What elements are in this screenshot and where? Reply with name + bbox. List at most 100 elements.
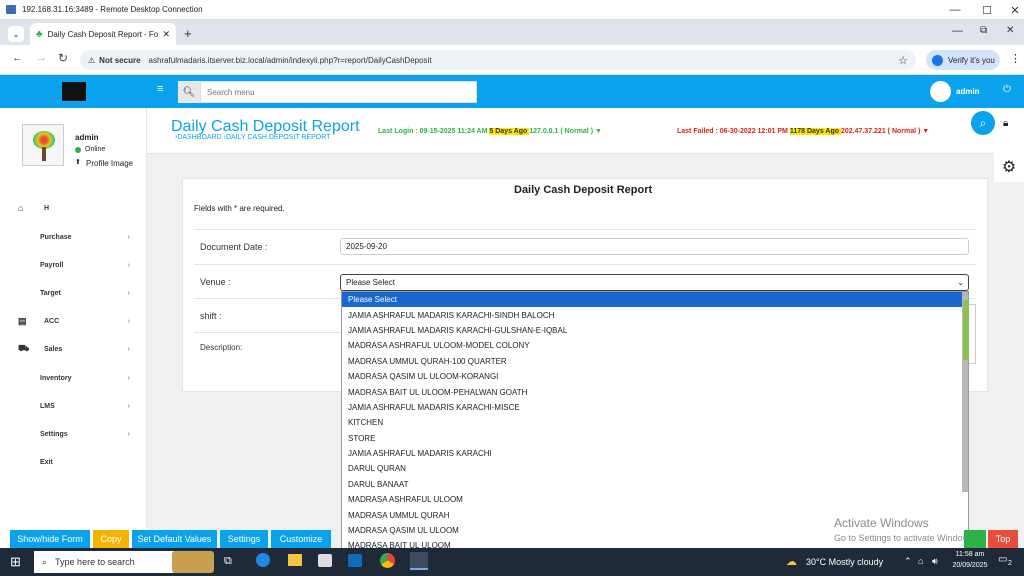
favicon-icon: ♣ bbox=[36, 28, 43, 40]
show-hide-form-button[interactable]: Show/hide Form bbox=[10, 530, 90, 548]
venue-dropdown-list[interactable]: Please Select JAMIA ASHRAFUL MADARIS KARA… bbox=[341, 291, 969, 549]
topbar-username[interactable]: admin bbox=[956, 87, 980, 96]
sidebar-item-lms[interactable]: LMS › bbox=[18, 399, 136, 413]
sidebar-item-label: Sales bbox=[44, 345, 63, 353]
sidebar-item-sales[interactable]: ⛟ Sales › bbox=[18, 342, 136, 356]
profile-avatar bbox=[22, 124, 64, 166]
verify-button[interactable]: Verify it's you bbox=[926, 50, 1000, 70]
venue-select[interactable]: Please Select ⌄ bbox=[340, 274, 969, 291]
profile-status: Online bbox=[85, 146, 106, 153]
url-text: ashrafulmadaris.itserver.biz.local/admin… bbox=[148, 55, 432, 65]
user-avatar[interactable] bbox=[930, 81, 951, 102]
search-menu-input[interactable] bbox=[200, 81, 477, 103]
sidebar-item-settings[interactable]: Settings › bbox=[18, 427, 136, 441]
rdp-minimize-button[interactable]: — bbox=[940, 0, 970, 20]
customize-button[interactable]: Customize bbox=[271, 530, 331, 548]
windows-taskbar: ⊞ ⌕ Type here to search ⧉ ☁ 30°C Mostly … bbox=[0, 548, 1024, 576]
clock-time[interactable]: 11:58 am bbox=[952, 551, 988, 558]
weather-text[interactable]: 30°C Mostly cloudy bbox=[806, 557, 883, 567]
set-default-values-button[interactable]: Set Default Values bbox=[132, 530, 217, 548]
file-explorer-icon[interactable] bbox=[288, 554, 302, 566]
document-date-input[interactable]: 2025-09-20 bbox=[340, 238, 969, 255]
search-icon[interactable]: 🔍︎ bbox=[178, 81, 200, 103]
green-button-edge[interactable] bbox=[964, 530, 986, 548]
tab-title: Daily Cash Deposit Report - Fo bbox=[47, 29, 159, 39]
browser-close-icon[interactable]: ✕ bbox=[1006, 25, 1014, 36]
sidebar-item-exit[interactable]: Exit bbox=[18, 455, 136, 469]
venue-option[interactable]: Please Select bbox=[342, 292, 968, 308]
rdp-maximize-button[interactable]: ☐ bbox=[972, 0, 1002, 20]
rdp-close-button[interactable]: ✕ bbox=[1000, 0, 1024, 20]
breadcrumb[interactable]: ›DASHBOARD ›DAILY CASH DEPOSIT REPORT bbox=[175, 134, 330, 141]
network-icon[interactable]: ⌂ bbox=[918, 556, 923, 566]
weather-icon: ☁ bbox=[786, 556, 797, 568]
taskbar-search[interactable]: ⌕ Type here to search bbox=[34, 551, 174, 573]
sidebar-item-label: Settings bbox=[40, 430, 68, 438]
sidebar-item-inventory[interactable]: Inventory › bbox=[18, 371, 136, 385]
home-icon: ⌂ bbox=[18, 203, 24, 213]
venue-option[interactable]: MADRASA ASHRAFUL ULOOM-MODEL COLONY bbox=[342, 338, 968, 353]
forward-icon[interactable]: → bbox=[36, 52, 47, 64]
taskbar-widget-image[interactable] bbox=[172, 551, 214, 573]
venue-option[interactable]: JAMIA ASHRAFUL MADARIS KARACHI bbox=[342, 446, 968, 461]
chrome-icon[interactable] bbox=[380, 553, 395, 568]
search-fab-icon[interactable]: ⌕ bbox=[971, 111, 995, 135]
task-view-icon[interactable]: ⧉ bbox=[224, 555, 232, 568]
edge-icon[interactable] bbox=[256, 553, 270, 567]
sidebar-item-acc[interactable]: ▤ ACC › bbox=[18, 314, 136, 328]
settings-gear-icon[interactable]: ⚙ bbox=[994, 152, 1024, 182]
browser-minimize-icon[interactable]: — bbox=[952, 25, 963, 37]
bank-icon: ▤ bbox=[18, 315, 27, 326]
menu-toggle-icon[interactable]: ≡ bbox=[157, 83, 163, 95]
notification-icon[interactable]: ▭ bbox=[998, 554, 1007, 565]
tray-chevron-icon[interactable]: ⌃ bbox=[904, 556, 912, 567]
sidebar-item-purchase[interactable]: Purchase › bbox=[18, 230, 136, 244]
copy-button[interactable]: Copy bbox=[93, 530, 129, 548]
activate-windows-title: Activate Windows bbox=[834, 516, 929, 530]
rdp-titlebar: 192.168.31.16:3489 - Remote Desktop Conn… bbox=[0, 0, 1024, 20]
sidebar-item-target[interactable]: Target › bbox=[18, 286, 136, 300]
app-topbar: ≡ 🔍︎ admin ⏻ bbox=[0, 75, 1024, 108]
browser-menu-icon[interactable]: ⋮ bbox=[1010, 52, 1021, 65]
tab-close-icon[interactable]: ✕ bbox=[162, 29, 170, 40]
venue-option[interactable]: JAMIA ASHRAFUL MADARIS KARACHI-SINDH BAL… bbox=[342, 307, 968, 322]
power-icon[interactable]: ⏻ bbox=[1003, 84, 1011, 95]
reload-icon[interactable]: ↻ bbox=[58, 51, 68, 65]
venue-option[interactable]: KITCHEN bbox=[342, 415, 968, 430]
cart-icon: ⛟ bbox=[18, 343, 30, 353]
new-tab-icon[interactable]: + bbox=[184, 26, 192, 41]
windows-start-icon[interactable]: ⊞ bbox=[10, 554, 21, 570]
rdp-taskbar-icon[interactable] bbox=[410, 552, 428, 570]
top-button[interactable]: Top bbox=[988, 530, 1018, 548]
sidebar-item-h[interactable]: ⌂ H bbox=[18, 201, 136, 215]
venue-option[interactable]: MADRASA BAIT UL ULOOM-PEHALWAN GOATH bbox=[342, 384, 968, 399]
volume-icon[interactable]: 🔊︎ bbox=[932, 556, 938, 567]
venue-option[interactable]: DARUL QURAN bbox=[342, 461, 968, 476]
settings-button[interactable]: Settings bbox=[220, 530, 268, 548]
green-bar-edge bbox=[963, 300, 969, 360]
clock-date[interactable]: 20/09/2025 bbox=[948, 562, 992, 569]
venue-option[interactable]: DARUL BANAAT bbox=[342, 477, 968, 492]
rdp-title: 192.168.31.16:3489 - Remote Desktop Conn… bbox=[22, 5, 203, 14]
bookmark-star-icon[interactable]: ☆ bbox=[898, 54, 908, 67]
outlook-icon[interactable] bbox=[348, 554, 362, 567]
venue-option[interactable]: MADRASA QASIM UL ULOOM-KORANGI bbox=[342, 369, 968, 384]
venue-option[interactable]: JAMIA ASHRAFUL MADARIS KARACHI-GULSHAN-E… bbox=[342, 323, 968, 338]
store-icon[interactable] bbox=[318, 554, 332, 567]
venue-option[interactable]: JAMIA ASHRAFUL MADARIS KARACHI-MISCE bbox=[342, 400, 968, 415]
browser-restore-icon[interactable]: ⧉ bbox=[980, 25, 987, 36]
form-title: Daily Cash Deposit Report bbox=[514, 184, 653, 196]
url-field[interactable]: ⚠ Not secure ashrafulmadaris.itserver.bi… bbox=[80, 50, 916, 70]
profile-image-link[interactable]: Profile Image bbox=[86, 159, 133, 168]
venue-option[interactable]: MADRASA UMMUL QURAH-100 QUARTER bbox=[342, 354, 968, 369]
sidebar-item-label: ACC bbox=[44, 317, 60, 325]
lock-icon[interactable]: 🔒︎ bbox=[1003, 118, 1008, 129]
back-icon[interactable]: ← bbox=[12, 52, 23, 64]
venue-option[interactable]: MADRASA ASHRAFUL ULOOM bbox=[342, 492, 968, 507]
venue-option[interactable]: STORE bbox=[342, 431, 968, 446]
rdp-icon bbox=[6, 5, 16, 14]
browser-tab[interactable]: ♣ Daily Cash Deposit Report - Fo ✕ bbox=[30, 23, 176, 45]
chevron-right-icon: › bbox=[127, 345, 130, 353]
tab-search-icon[interactable]: ⌄ bbox=[8, 26, 24, 42]
sidebar-item-payroll[interactable]: Payroll › bbox=[18, 258, 136, 272]
